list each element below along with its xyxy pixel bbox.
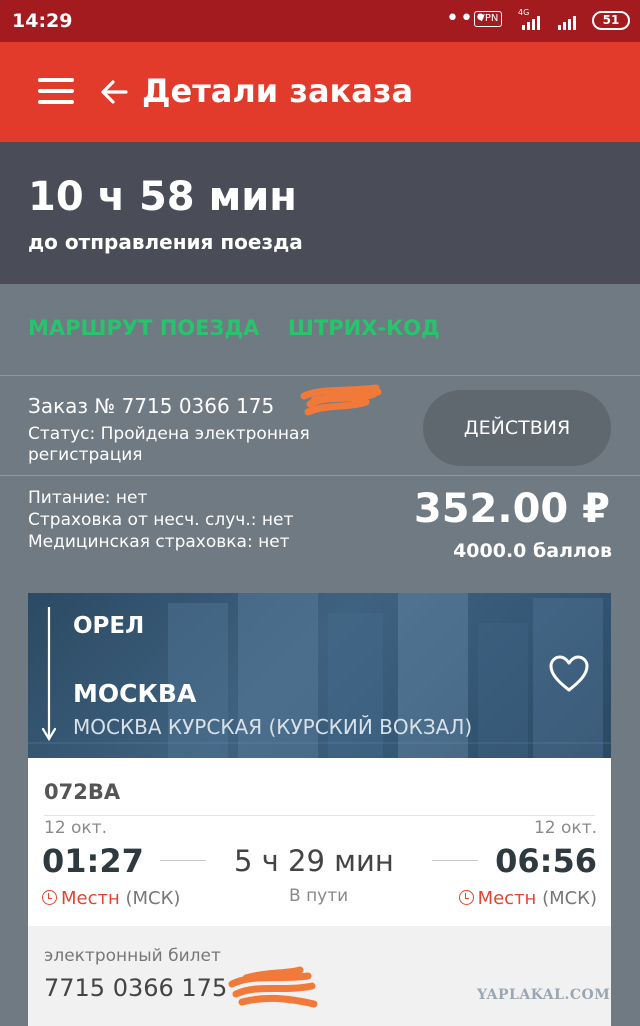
departure-countdown: 10 ч 58 мин до отправления поезда: [0, 142, 640, 284]
eticket-section: электронный билет 7715 0366 175: [28, 926, 611, 1026]
departure-timezone: Местн (МСК): [42, 888, 180, 909]
page-title: Детали заказа: [142, 72, 414, 110]
order-number: Заказ № 7715 0366 175: [28, 394, 275, 418]
tab-barcode[interactable]: ШТРИХ-КОД: [288, 316, 440, 340]
service-food: Питание: нет: [28, 488, 148, 508]
eticket-number: 7715 0366 175: [44, 974, 228, 1002]
heart-icon[interactable]: [548, 655, 590, 693]
status-bar: 14:29 ••• VPN 4G 51: [0, 0, 640, 42]
signal-icon: [522, 16, 540, 30]
order-points: 4000.0 баллов: [453, 540, 612, 562]
clock-icon: [458, 890, 474, 905]
route-card: ОРЕЛ МОСКВА МОСКВА КУРСКАЯ (КУРСКИЙ ВОКЗ…: [28, 593, 611, 758]
divider: [432, 860, 478, 861]
arrival-station: МОСКВА КУРСКАЯ (КУРСКИЙ ВОКЗАЛ): [73, 715, 473, 739]
actions-button[interactable]: ДЕЙСТВИЯ: [423, 390, 611, 466]
timezone-msk: (МСК): [125, 888, 181, 909]
timezone-msk: (МСК): [542, 888, 597, 909]
departure-time: 01:27: [42, 842, 144, 880]
timezone-local: Местн: [477, 888, 537, 909]
hamburger-menu-icon[interactable]: [38, 76, 74, 106]
order-services: Питание: нет Страховка от несч. случ.: н…: [0, 476, 640, 586]
redaction-scribble: [300, 384, 382, 416]
travel-duration: 5 ч 29 мин: [234, 844, 394, 878]
arrival-date: 12 окт.: [533, 818, 597, 838]
arrival-timezone: Местн (МСК): [458, 888, 597, 909]
service-insurance: Страховка от несч. случ.: нет: [28, 510, 294, 530]
redaction-scribble: [228, 966, 318, 1008]
signal-icon-2: [558, 16, 576, 30]
train-card: 072ВА 12 окт. 12 окт. 01:27 5 ч 29 мин 0…: [28, 758, 611, 926]
arrow-left-icon[interactable]: [98, 76, 130, 108]
departure-city: ОРЕЛ: [73, 613, 145, 639]
app-bar: Детали заказа: [0, 42, 640, 142]
order-info: Заказ № 7715 0366 175 Статус: Пройдена э…: [0, 376, 640, 476]
countdown-time: 10 ч 58 мин: [28, 174, 297, 220]
arrival-time: 06:56: [495, 842, 597, 880]
service-medical: Медицинская страховка: нет: [28, 532, 290, 552]
train-number: 072ВА: [44, 780, 121, 804]
eticket-label: электронный билет: [44, 946, 221, 966]
countdown-subtitle: до отправления поезда: [28, 230, 303, 254]
travel-duration-label: В пути: [289, 886, 349, 906]
vpn-badge: VPN: [474, 11, 503, 27]
order-price: 352.00 ₽: [413, 486, 610, 532]
divider: [44, 815, 595, 816]
status-time: 14:29: [12, 10, 73, 32]
watermark: YAPLAKAL.COM: [477, 987, 611, 1003]
clock-icon: [42, 890, 57, 905]
arrival-city: МОСКВА: [73, 679, 197, 708]
divider: [160, 860, 206, 861]
tab-bar: МАРШРУТ ПОЕЗДА ШТРИХ-КОД: [0, 284, 640, 376]
timezone-local: Местн: [61, 888, 120, 909]
order-status: Статус: Пройдена электронная регистрация: [28, 424, 310, 465]
tab-train-route[interactable]: МАРШРУТ ПОЕЗДА: [28, 316, 259, 340]
battery-icon: 51: [592, 11, 630, 30]
departure-date: 12 окт.: [44, 818, 108, 838]
route-direction-arrow-icon: [42, 607, 56, 742]
